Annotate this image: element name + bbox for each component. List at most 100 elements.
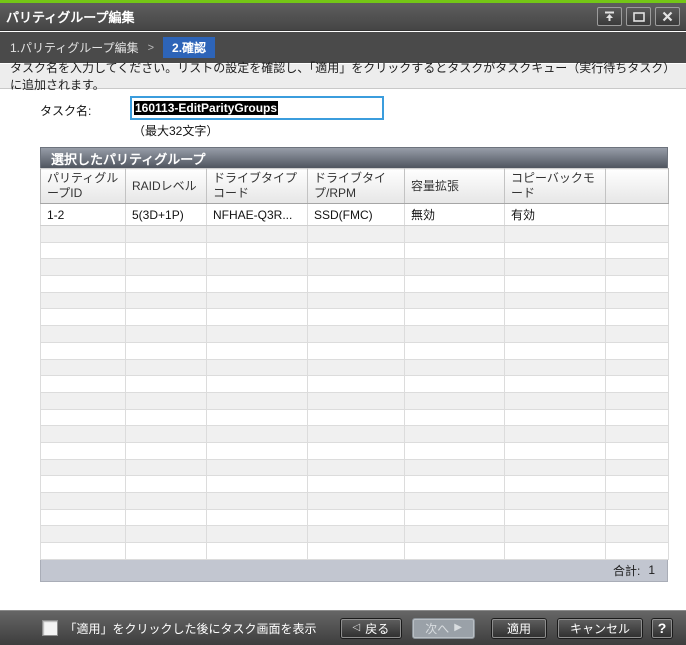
- empty-cell: [41, 442, 126, 459]
- empty-cell: [505, 376, 606, 393]
- table-cell: 無効: [405, 204, 505, 226]
- empty-cell: [41, 476, 126, 493]
- empty-row: [41, 476, 669, 493]
- table-cell: NFHAE-Q3R...: [207, 204, 308, 226]
- action-bar: 「適用」をクリックした後にタスク画面を表示 ◁ 戻る 次へ ▶ 適用 キャンセル…: [0, 610, 686, 645]
- empty-cell: [606, 276, 669, 293]
- table-body: 1-25(3D+1P)NFHAE-Q3R...SSD(FMC)無効有効: [41, 204, 669, 560]
- empty-cell: [207, 309, 308, 326]
- empty-cell: [308, 526, 405, 543]
- empty-cell: [505, 292, 606, 309]
- empty-cell: [505, 226, 606, 243]
- empty-cell: [126, 392, 207, 409]
- table-cell: 5(3D+1P): [126, 204, 207, 226]
- back-arrow-icon: ◁: [353, 623, 361, 633]
- total-value: 1: [648, 563, 655, 577]
- next-arrow-icon: ▶: [454, 623, 462, 633]
- back-button[interactable]: ◁ 戻る: [340, 618, 403, 639]
- empty-cell: [405, 276, 505, 293]
- task-name-hint: （最大32文字）: [133, 122, 218, 139]
- empty-cell: [606, 326, 669, 343]
- empty-cell: [505, 359, 606, 376]
- empty-cell: [308, 543, 405, 560]
- cancel-button[interactable]: キャンセル: [557, 618, 643, 639]
- empty-cell: [126, 426, 207, 443]
- empty-cell: [207, 409, 308, 426]
- empty-cell: [41, 543, 126, 560]
- empty-cell: [207, 426, 308, 443]
- empty-cell: [308, 426, 405, 443]
- column-header: ドライブタイプ/RPM: [308, 169, 405, 204]
- empty-cell: [126, 226, 207, 243]
- empty-cell: [207, 342, 308, 359]
- collapse-button[interactable]: [597, 7, 622, 26]
- empty-cell: [308, 476, 405, 493]
- empty-row: [41, 242, 669, 259]
- column-header: 容量拡張: [405, 169, 505, 204]
- empty-cell: [606, 509, 669, 526]
- empty-cell: [126, 493, 207, 510]
- empty-row: [41, 526, 669, 543]
- empty-cell: [405, 526, 505, 543]
- empty-cell: [308, 376, 405, 393]
- empty-row: [41, 543, 669, 560]
- empty-row: [41, 292, 669, 309]
- empty-cell: [207, 242, 308, 259]
- collapse-icon: [603, 11, 616, 22]
- empty-cell: [308, 409, 405, 426]
- empty-cell: [606, 292, 669, 309]
- empty-cell: [606, 376, 669, 393]
- empty-cell: [308, 226, 405, 243]
- maximize-button[interactable]: [626, 7, 651, 26]
- task-name-input[interactable]: 160113-EditParityGroups: [130, 96, 384, 120]
- empty-cell: [405, 476, 505, 493]
- empty-cell: [505, 392, 606, 409]
- empty-cell: [207, 543, 308, 560]
- empty-cell: [207, 326, 308, 343]
- empty-cell: [405, 442, 505, 459]
- task-name-label: タスク名:: [40, 102, 91, 119]
- column-header: パリティグループID: [41, 169, 126, 204]
- empty-cell: [405, 226, 505, 243]
- empty-cell: [308, 509, 405, 526]
- empty-cell: [41, 242, 126, 259]
- empty-cell: [308, 392, 405, 409]
- edit-parity-groups-dialog: パリティグループ編集 1.パリティグループ編集 > 2.確認 タスク名を入力して…: [0, 0, 686, 645]
- empty-cell: [505, 326, 606, 343]
- empty-cell: [505, 409, 606, 426]
- next-button[interactable]: 次へ ▶: [412, 618, 475, 639]
- task-name-value: 160113-EditParityGroups: [134, 101, 278, 115]
- empty-cell: [207, 226, 308, 243]
- empty-cell: [308, 442, 405, 459]
- empty-cell: [126, 459, 207, 476]
- show-task-screen-label: 「適用」をクリックした後にタスク画面を表示: [65, 620, 317, 637]
- empty-cell: [41, 392, 126, 409]
- show-task-screen-checkbox[interactable]: [42, 620, 58, 636]
- empty-cell: [41, 276, 126, 293]
- column-header: コピーバックモード: [505, 169, 606, 204]
- empty-cell: [126, 359, 207, 376]
- table-row[interactable]: 1-25(3D+1P)NFHAE-Q3R...SSD(FMC)無効有効: [41, 204, 669, 226]
- empty-row: [41, 459, 669, 476]
- empty-cell: [505, 509, 606, 526]
- empty-row: [41, 409, 669, 426]
- empty-row: [41, 442, 669, 459]
- close-button[interactable]: [655, 7, 680, 26]
- apply-button[interactable]: 適用: [491, 618, 547, 639]
- empty-cell: [606, 226, 669, 243]
- empty-cell: [308, 292, 405, 309]
- empty-cell: [405, 493, 505, 510]
- table-cell: 有効: [505, 204, 606, 226]
- table-cell: [606, 204, 669, 226]
- breadcrumb-step1[interactable]: 1.パリティグループ編集: [10, 39, 139, 56]
- empty-cell: [505, 276, 606, 293]
- empty-cell: [126, 242, 207, 259]
- empty-cell: [505, 442, 606, 459]
- breadcrumb-separator: >: [148, 42, 154, 54]
- section-title: 選択したパリティグループ: [40, 147, 668, 168]
- empty-cell: [606, 526, 669, 543]
- empty-cell: [405, 292, 505, 309]
- empty-cell: [505, 476, 606, 493]
- help-button[interactable]: ?: [651, 618, 673, 639]
- empty-cell: [207, 476, 308, 493]
